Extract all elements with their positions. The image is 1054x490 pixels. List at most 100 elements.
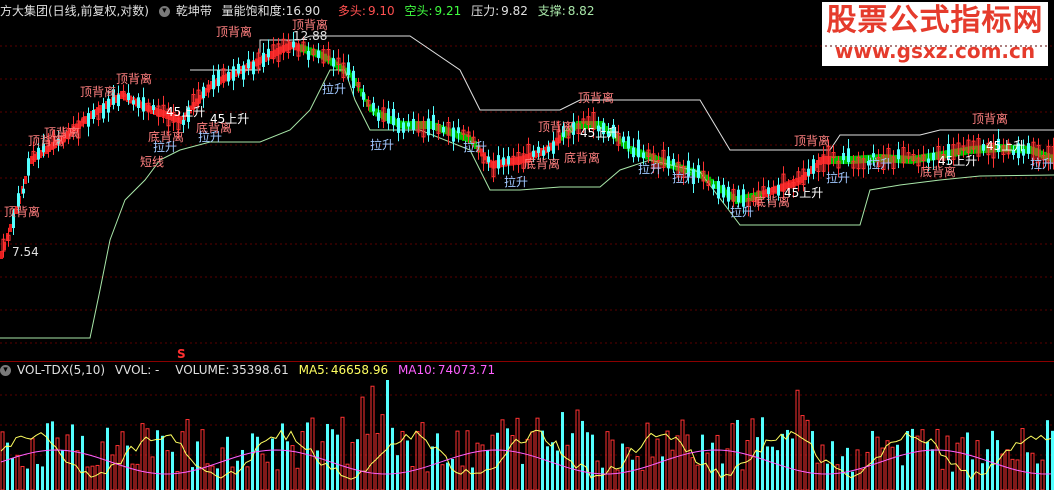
volume-bar — [586, 432, 589, 490]
volume-bar — [446, 462, 449, 490]
rise-45-label: 45上升 — [784, 186, 824, 200]
sell-marker: S — [177, 347, 186, 361]
candle-body — [807, 168, 810, 176]
candle-body — [842, 152, 845, 161]
top-divergence-label: 顶背离 — [116, 72, 153, 86]
volume-bar — [640, 469, 645, 490]
volume-bar — [295, 467, 300, 490]
volume-bar — [36, 463, 39, 490]
volume-label: VOLUME: — [175, 363, 230, 377]
candle-body — [217, 70, 220, 87]
volume-bar — [425, 471, 430, 490]
volume-bar — [85, 466, 90, 490]
volume-bar — [610, 439, 615, 490]
candle-body — [737, 189, 740, 203]
volume-bar — [431, 446, 434, 490]
volume-bar — [631, 459, 634, 490]
low-price-label: 7.54 — [12, 245, 39, 259]
volume-bar — [581, 420, 584, 490]
volume-bar — [205, 463, 210, 490]
volume-bar — [645, 422, 650, 490]
candle-body — [777, 184, 780, 196]
volume-bar — [1000, 453, 1005, 490]
candle-body — [247, 59, 250, 69]
volume-bar — [926, 441, 929, 490]
volume-bar — [15, 454, 20, 490]
candle-body — [267, 48, 270, 58]
candle-body — [507, 156, 510, 165]
volume-bar — [265, 461, 270, 490]
volume-bar — [451, 458, 454, 490]
volume-bar — [236, 460, 239, 490]
volume-bar — [1026, 452, 1029, 490]
candle-body — [92, 110, 95, 120]
volume-bar — [771, 446, 774, 490]
volume-bar — [911, 428, 914, 490]
candle-body — [497, 155, 500, 169]
volume-bar — [896, 444, 899, 490]
volume-bar — [115, 445, 120, 490]
band-segment — [0, 251, 3, 259]
candle-body — [767, 187, 770, 195]
rise-45-label: 45上升 — [986, 139, 1026, 153]
volume-bar — [241, 449, 244, 490]
price-chart[interactable] — [0, 0, 1054, 490]
volume-bar — [500, 419, 505, 490]
volume-bar — [406, 440, 409, 490]
volume-bar — [290, 445, 295, 490]
volume-bar — [95, 464, 100, 490]
volume-bar — [781, 433, 784, 490]
volume-bar — [851, 471, 854, 490]
volume-bar — [230, 466, 235, 490]
volume-bar — [515, 417, 520, 490]
volume-bar — [440, 464, 445, 490]
volume-bar — [561, 412, 564, 490]
pull-up-label: 拉升 — [463, 140, 488, 154]
volume-bar — [350, 441, 355, 490]
volume-bar — [51, 421, 54, 490]
volume-bar — [275, 469, 280, 490]
candle-body — [547, 146, 550, 152]
ma5-label: MA5: — [298, 363, 329, 377]
volume-toggle-icon[interactable]: ▾ — [0, 365, 11, 376]
candle-body — [452, 127, 455, 142]
candle-body — [387, 108, 390, 124]
volume-bar — [935, 428, 940, 490]
volume-bar — [1020, 428, 1025, 490]
top-divergence-label: 顶背离 — [4, 205, 41, 219]
candle-body — [362, 92, 365, 100]
candle-body — [22, 188, 25, 194]
candle-body — [332, 58, 335, 67]
volume-bar — [966, 432, 969, 490]
candle-body — [932, 152, 935, 161]
volume-bar — [805, 419, 810, 490]
candle-body — [212, 74, 215, 90]
volume-bar — [745, 440, 750, 490]
rise-45-label: 45上升 — [580, 126, 620, 140]
volume-bar — [471, 467, 474, 490]
volume-bar — [521, 463, 524, 490]
volume-bar — [75, 450, 80, 490]
candle-body — [642, 152, 645, 159]
volume-indicator[interactable]: VOL-TDX(5,10) — [17, 363, 105, 377]
volume-bar — [245, 466, 250, 490]
volume-bar — [106, 427, 109, 490]
pull-up-label: 拉升 — [730, 205, 755, 219]
candle-body — [242, 65, 245, 80]
candle-body — [252, 61, 255, 75]
volume-bar — [826, 463, 829, 490]
volume-bar — [670, 449, 675, 490]
volume-bar — [635, 456, 640, 490]
candle-body — [637, 139, 640, 158]
candle-body — [107, 98, 110, 113]
volume-bar — [546, 446, 549, 490]
candle-body — [672, 158, 675, 166]
candle-body — [487, 156, 490, 163]
volume-bar — [220, 447, 225, 490]
candle-body — [457, 127, 460, 134]
candle-body — [537, 146, 540, 153]
volume-bar — [815, 462, 820, 490]
candle-body — [402, 122, 405, 133]
candle-body — [307, 51, 310, 60]
volume-bar — [525, 438, 530, 490]
